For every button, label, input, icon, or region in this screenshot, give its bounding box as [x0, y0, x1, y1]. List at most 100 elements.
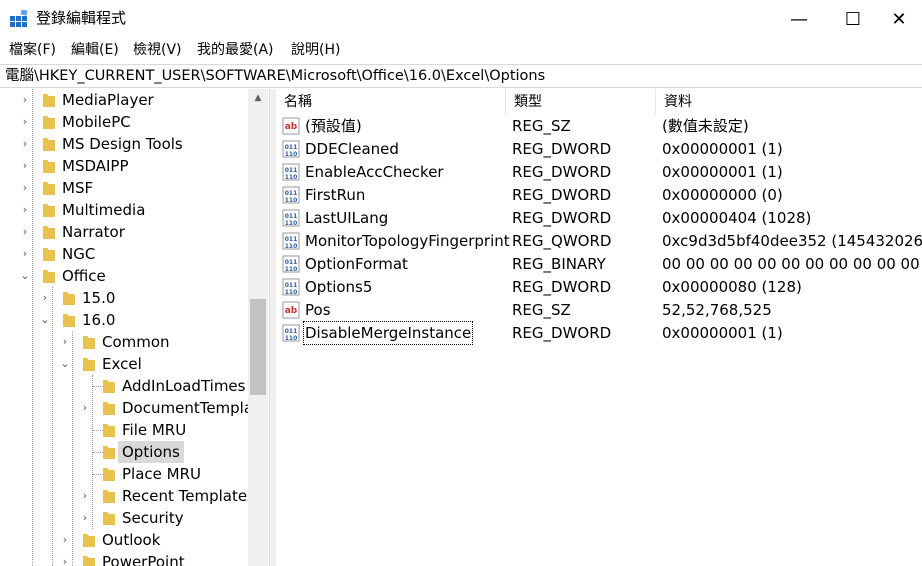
tree-item-narrator[interactable]: › Narrator — [0, 221, 248, 243]
tree-item-file-mru[interactable]: File MRU — [0, 419, 248, 441]
tree-item-msdaipp[interactable]: › MSDAIPP — [0, 155, 248, 177]
tree-item-label[interactable]: MobilePC — [58, 111, 135, 133]
tree-item-label[interactable]: Multimedia — [58, 199, 149, 221]
value-name[interactable]: (預設值) — [304, 115, 363, 137]
value-row[interactable]: 110 011 Options5 REG_DWORD 0x00000080 (128) — [276, 276, 922, 299]
pane-splitter[interactable] — [269, 89, 276, 566]
tree-item-label[interactable]: Recent Templates — [118, 485, 259, 507]
close-button[interactable]: ✕ — [876, 0, 922, 38]
tree-item-label[interactable]: NGC — [58, 243, 99, 265]
tree-item-ms-design-tools[interactable]: › MS Design Tools — [0, 133, 248, 155]
chevron-right-icon[interactable]: › — [58, 529, 72, 551]
value-row[interactable]: 110 011 DisableMergeInstance REG_DWORD 0x000… — [276, 321, 922, 345]
chevron-down-icon[interactable]: ⌄ — [18, 265, 32, 287]
chevron-right-icon[interactable]: › — [18, 133, 32, 155]
chevron-right-icon[interactable]: › — [18, 89, 32, 111]
chevron-right-icon[interactable]: › — [18, 243, 32, 265]
maximize-button[interactable]: ☐ — [830, 0, 876, 38]
value-name[interactable]: DDECleaned — [304, 138, 400, 160]
tree-item-office[interactable]: ⌄ Office — [0, 265, 248, 287]
tree-item-common[interactable]: › Common — [0, 331, 248, 353]
tree-item-16-0[interactable]: ⌄ 16.0 — [0, 309, 248, 331]
chevron-right-icon[interactable]: › — [58, 331, 72, 353]
value-row[interactable]: 110 011 MonitorTopologyFingerprint REG_QWOR… — [276, 230, 922, 253]
menu-edit[interactable]: 編輯(E) — [69, 40, 121, 60]
tree-item-label[interactable]: MSDAIPP — [58, 155, 133, 177]
tree-item-msf[interactable]: › MSF — [0, 177, 248, 199]
tree-item-ngc[interactable]: › NGC — [0, 243, 248, 265]
tree-item-label[interactable]: PowerPoint — [98, 551, 189, 566]
column-header-name[interactable]: 名稱 — [276, 89, 506, 115]
chevron-right-icon[interactable]: › — [78, 485, 92, 507]
scroll-up-arrow-icon[interactable]: ▲ — [248, 89, 268, 107]
chevron-right-icon[interactable]: › — [38, 287, 52, 309]
tree-item-options[interactable]: Options — [0, 441, 248, 463]
menu-view[interactable]: 檢視(V) — [131, 40, 184, 60]
value-row[interactable]: 110 011 DDECleaned REG_DWORD 0x00000001 (1) — [276, 138, 922, 161]
tree-item-15-0[interactable]: › 15.0 — [0, 287, 248, 309]
tree-item-label[interactable]: File MRU — [118, 419, 190, 441]
tree-item-label[interactable]: Place MRU — [118, 463, 205, 485]
chevron-right-icon[interactable]: › — [18, 155, 32, 177]
value-row[interactable]: 110 011 OptionFormat REG_BINARY 00 00 00 00 … — [276, 253, 922, 276]
tree-item-label[interactable]: MS Design Tools — [58, 133, 187, 155]
address-path[interactable]: 電腦\HKEY_CURRENT_USER\SOFTWARE\Microsoft\… — [5, 66, 545, 86]
key-tree[interactable]: › MediaPlayer › MobilePC › MS Design Tools › MS… — [0, 89, 271, 566]
tree-item-place-mru[interactable]: Place MRU — [0, 463, 248, 485]
value-name[interactable]: OptionFormat — [304, 253, 409, 275]
tree-item-label[interactable]: MSF — [58, 177, 97, 199]
tree-item-documenttempla[interactable]: › DocumentTempla — [0, 397, 253, 419]
tree-item-multimedia[interactable]: › Multimedia — [0, 199, 248, 221]
tree-item-label[interactable]: AddInLoadTimes — [118, 375, 249, 397]
value-name[interactable]: EnableAccChecker — [304, 161, 445, 183]
scrollbar-thumb[interactable] — [250, 299, 266, 395]
value-name[interactable]: MonitorTopologyFingerprint — [304, 230, 511, 252]
column-header-type[interactable]: 類型 — [506, 89, 656, 115]
value-row[interactable]: 110 011 EnableAccChecker REG_DWORD 0x0000000… — [276, 161, 922, 184]
tree-item-label[interactable]: Common — [98, 331, 174, 353]
value-name[interactable]: LastUILang — [304, 207, 389, 229]
chevron-right-icon[interactable]: › — [18, 111, 32, 133]
menu-favorites[interactable]: 我的最愛(A) — [195, 40, 276, 60]
value-name[interactable]: Pos — [304, 299, 332, 321]
tree-item-mobilepc[interactable]: › MobilePC — [0, 111, 248, 133]
chevron-right-icon[interactable]: › — [18, 177, 32, 199]
tree-scrollbar[interactable]: ▲ — [248, 89, 268, 566]
value-row[interactable]: ab (預設值) REG_SZ (數值未設定) — [276, 115, 922, 138]
minimize-button[interactable]: — — [776, 0, 822, 38]
tree-item-label[interactable]: Narrator — [58, 221, 129, 243]
address-bar[interactable]: 電腦\HKEY_CURRENT_USER\SOFTWARE\Microsoft\… — [0, 64, 922, 88]
chevron-right-icon[interactable]: › — [18, 199, 32, 221]
value-name[interactable]: DisableMergeInstance — [302, 321, 474, 345]
tree-item-label[interactable]: Options — [118, 441, 184, 463]
tree-item-label[interactable]: Office — [58, 265, 110, 287]
tree-item-powerpoint[interactable]: › PowerPoint — [0, 551, 248, 566]
tree-item-label[interactable]: Outlook — [98, 529, 164, 551]
column-header-data[interactable]: 資料 — [656, 89, 922, 115]
chevron-down-icon[interactable]: ⌄ — [58, 353, 72, 375]
tree-item-label[interactable]: 16.0 — [78, 309, 119, 331]
value-row[interactable]: ab Pos REG_SZ 52,52,768,525 — [276, 299, 922, 322]
tree-item-security[interactable]: › Security — [0, 507, 248, 529]
tree-item-label[interactable]: DocumentTempla — [118, 397, 257, 419]
tree-item-label[interactable]: 15.0 — [78, 287, 119, 309]
menu-help[interactable]: 說明(H) — [289, 40, 342, 60]
menu-file[interactable]: 檔案(F) — [7, 40, 58, 60]
tree-item-label[interactable]: Security — [118, 507, 188, 529]
chevron-right-icon[interactable]: › — [78, 507, 92, 529]
tree-item-addinloadtimes[interactable]: AddInLoadTimes — [0, 375, 248, 397]
tree-item-excel[interactable]: ⌄ Excel — [0, 353, 248, 375]
value-name[interactable]: Options5 — [304, 276, 373, 298]
chevron-right-icon[interactable]: › — [58, 551, 72, 566]
tree-item-label[interactable]: MediaPlayer — [58, 89, 158, 111]
chevron-right-icon[interactable]: › — [18, 221, 32, 243]
tree-item-mediaplayer[interactable]: › MediaPlayer — [0, 89, 248, 111]
values-list[interactable]: 名稱 類型 資料 ab (預設值) REG_SZ (數值未設定) 110 011 DDECl… — [276, 89, 922, 566]
value-name[interactable]: FirstRun — [304, 184, 366, 206]
tree-item-outlook[interactable]: › Outlook — [0, 529, 248, 551]
chevron-right-icon[interactable]: › — [78, 397, 92, 419]
value-row[interactable]: 110 011 LastUILang REG_DWORD 0x00000404 (102… — [276, 207, 922, 230]
tree-item-label[interactable]: Excel — [98, 353, 146, 375]
tree-item-recent-templates[interactable]: › Recent Templates — [0, 485, 255, 507]
value-row[interactable]: 110 011 FirstRun REG_DWORD 0x00000000 (0) — [276, 184, 922, 207]
